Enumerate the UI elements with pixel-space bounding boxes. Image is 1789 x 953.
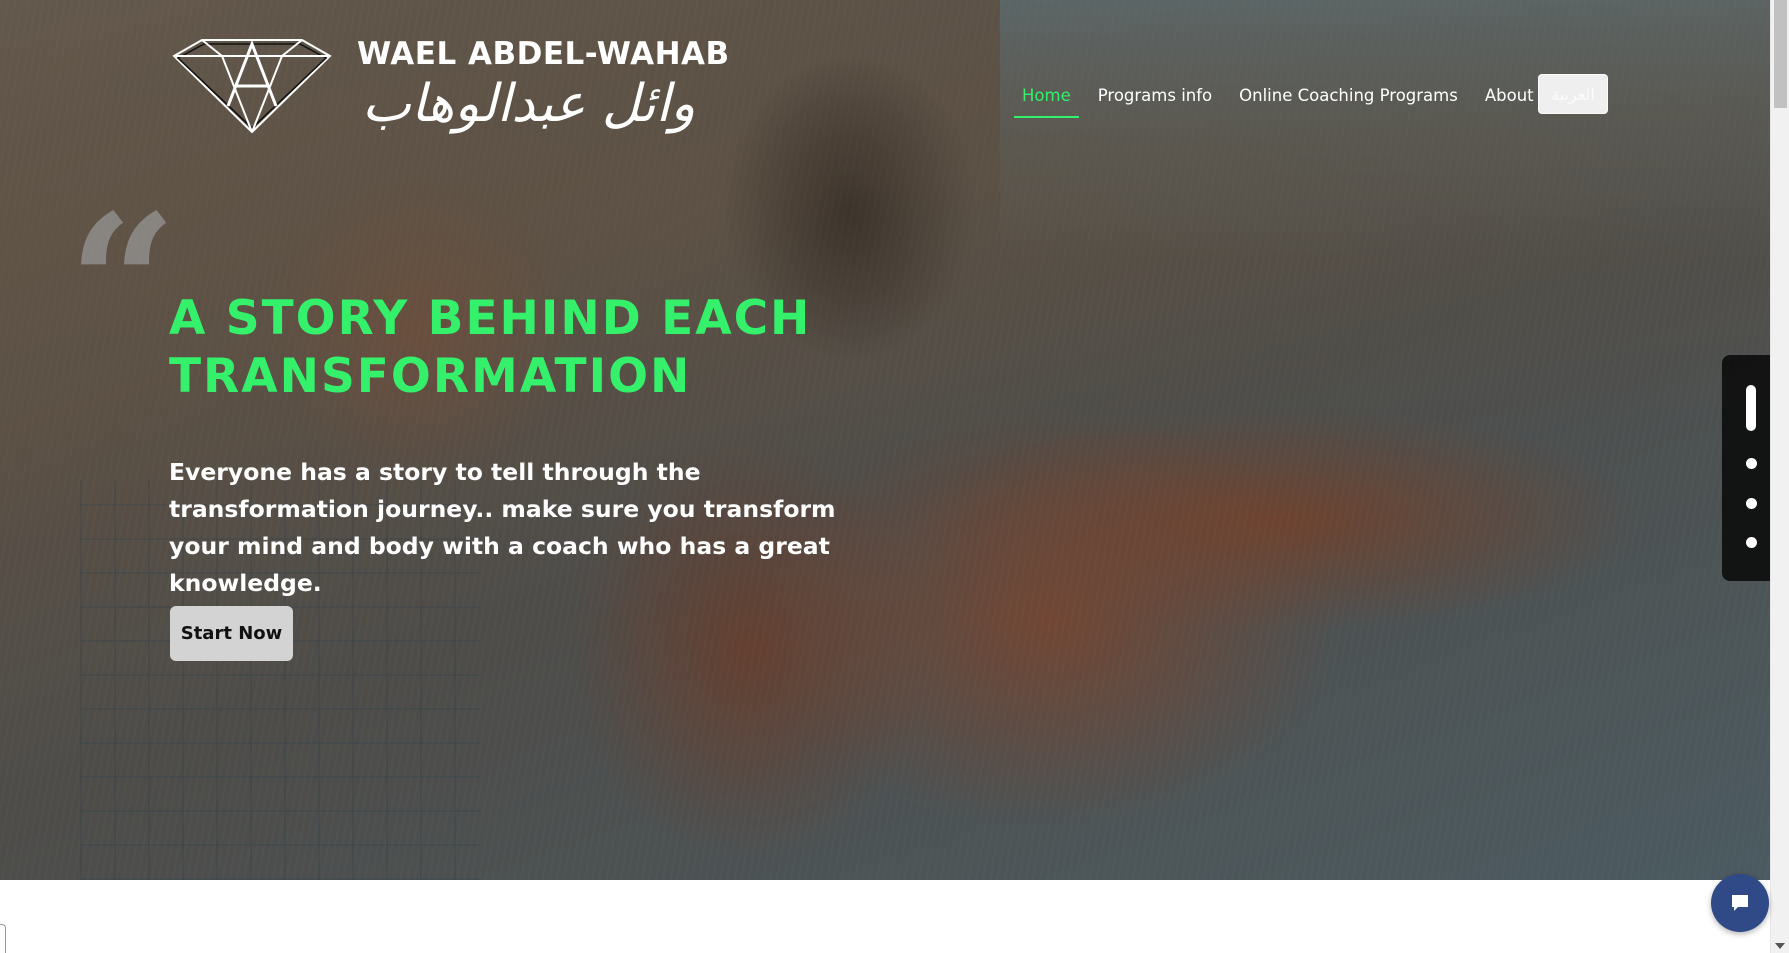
slider-dot-2[interactable]: [1746, 458, 1757, 469]
slider-dot-1-active[interactable]: [1746, 385, 1756, 431]
hero-title: A STORY BEHIND EACH TRANSFORMATION: [169, 291, 812, 404]
nav-item-home[interactable]: Home: [1014, 78, 1079, 118]
diamond-logo-icon: [172, 39, 332, 134]
scrollbar-thumb[interactable]: [1774, 0, 1787, 108]
nav-item-programs-info[interactable]: Programs info: [1090, 78, 1220, 113]
bottom-left-widget-edge: [0, 924, 6, 953]
scroll-down-arrow-icon[interactable]: [1775, 943, 1785, 949]
nav-item-online-coaching-programs[interactable]: Online Coaching Programs: [1231, 78, 1466, 113]
main-nav: Home Programs info Online Coaching Progr…: [1014, 74, 1553, 118]
slider-pagination: [1722, 355, 1770, 581]
hero-subtitle: Everyone has a story to tell through the…: [169, 458, 836, 597]
quote-mark-icon: “: [68, 173, 178, 396]
chat-button[interactable]: [1711, 874, 1769, 932]
site-logo[interactable]: WAEL ABDEL-WAHAB وائل عبدالوهاب: [162, 36, 729, 151]
page: WAEL ABDEL-WAHAB وائل عبدالوهاب Home Pro…: [0, 0, 1789, 953]
slider-dot-4[interactable]: [1746, 537, 1757, 548]
chat-bubble-icon: [1732, 895, 1748, 911]
language-switch-button[interactable]: العربية: [1538, 74, 1608, 114]
start-now-button[interactable]: Start Now: [170, 606, 293, 661]
slider-dot-3[interactable]: [1746, 498, 1757, 509]
hero-section: WAEL ABDEL-WAHAB وائل عبدالوهاب Home Pro…: [0, 0, 1770, 880]
nav-item-about[interactable]: About: [1477, 78, 1542, 113]
page-scrollbar[interactable]: [1770, 0, 1789, 953]
brand-name: WAEL ABDEL-WAHAB: [357, 36, 730, 72]
brand-name-arabic: وائل عبدالوهاب: [362, 74, 696, 134]
